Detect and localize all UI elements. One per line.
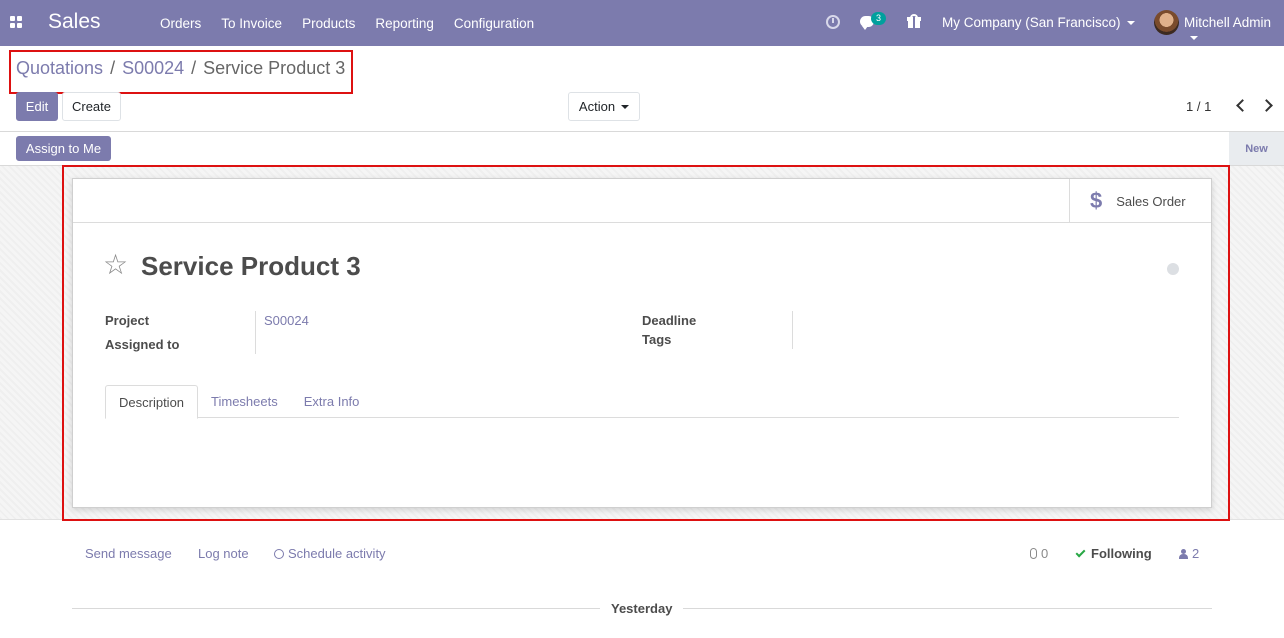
kanban-state-dot[interactable] (1167, 263, 1179, 275)
following-button[interactable]: Following (1075, 546, 1152, 561)
menu-item-reporting[interactable]: Reporting (365, 16, 444, 31)
gift-icon[interactable] (907, 14, 921, 28)
tab-timesheets[interactable]: Timesheets (198, 385, 291, 418)
schedule-activity-button[interactable]: Schedule activity (274, 546, 386, 561)
menu-item-orders[interactable]: Orders (150, 16, 211, 31)
star-icon[interactable]: ☆ (103, 251, 128, 279)
smart-button-box: $ Sales Order (73, 179, 1211, 223)
deadline-label: Deadline (642, 313, 697, 328)
assign-to-me-button[interactable]: Assign to Me (16, 136, 111, 161)
top-navbar: Sales Orders To Invoice Products Reporti… (0, 0, 1284, 46)
app-name[interactable]: Sales (48, 10, 101, 34)
user-name: Mitchell Admin (1184, 15, 1272, 30)
attachments-count: 0 (1041, 546, 1049, 561)
apps-menu-icon[interactable] (10, 16, 23, 29)
breadcrumb-order[interactable]: S00024 (122, 58, 184, 79)
check-icon (1075, 547, 1086, 558)
action-label: Action (578, 99, 616, 114)
project-field[interactable]: S00024 (264, 313, 309, 328)
date-separator-label: Yesterday (600, 601, 684, 616)
user-menu[interactable]: Mitchell Admin (1184, 15, 1284, 45)
form-sheet: $ Sales Order ☆ Service Product 3 Projec… (72, 178, 1212, 508)
clock-icon (274, 549, 284, 559)
chat-count-badge: 3 (871, 12, 887, 25)
caret-down-icon (621, 104, 630, 109)
menu-item-configuration[interactable]: Configuration (444, 16, 544, 31)
followers-count: 2 (1192, 546, 1200, 561)
statusbar (0, 132, 1284, 166)
main-menu: Orders To Invoice Products Reporting Con… (150, 0, 544, 46)
page-title: Service Product 3 (141, 251, 361, 281)
tab-extra-info[interactable]: Extra Info (291, 385, 373, 418)
chevron-right-icon[interactable] (1260, 99, 1273, 112)
company-switcher[interactable]: My Company (San Francisco) (942, 15, 1135, 30)
project-label: Project (105, 313, 150, 328)
field-divider (792, 311, 793, 349)
tab-description[interactable]: Description (105, 385, 199, 419)
breadcrumb-current: Service Product 3 (203, 58, 346, 78)
stage-new[interactable]: New (1229, 132, 1284, 165)
avatar[interactable] (1154, 10, 1179, 35)
chevron-left-icon[interactable] (1236, 99, 1249, 112)
sales-order-smart-button[interactable]: $ Sales Order (1069, 179, 1211, 223)
user-icon (1179, 549, 1188, 559)
edit-button[interactable]: Edit (16, 92, 58, 121)
attachments-button[interactable]: 0 (1030, 546, 1048, 561)
following-label: Following (1091, 546, 1152, 561)
send-message-button[interactable]: Send message (85, 546, 172, 561)
followers-button[interactable]: 2 (1179, 546, 1199, 561)
breadcrumb: Quotations / S00024 / Service Product 3 (16, 58, 346, 79)
breadcrumb-quotations[interactable]: Quotations (16, 58, 103, 79)
paperclip-icon (1030, 548, 1037, 559)
sales-order-label: Sales Order (1116, 193, 1186, 209)
menu-item-to-invoice[interactable]: To Invoice (211, 16, 292, 31)
create-button[interactable]: Create (62, 92, 121, 121)
assigned-to-label: Assigned to (105, 337, 180, 352)
company-name: My Company (San Francisco) (942, 15, 1121, 30)
schedule-activity-label: Schedule activity (288, 546, 386, 561)
activity-clock-icon[interactable] (826, 15, 840, 29)
log-note-button[interactable]: Log note (198, 546, 249, 561)
tags-label: Tags (642, 332, 672, 347)
form-tabs: Description Timesheets Extra Info (105, 385, 1179, 419)
dollar-icon: $ (1090, 188, 1103, 213)
caret-down-icon (1126, 21, 1135, 26)
menu-item-products[interactable]: Products (292, 16, 365, 31)
field-divider (255, 311, 256, 354)
action-dropdown[interactable]: Action (568, 92, 640, 121)
caret-down-icon (1190, 36, 1198, 41)
pager-value[interactable]: 1 / 1 (1186, 99, 1211, 114)
